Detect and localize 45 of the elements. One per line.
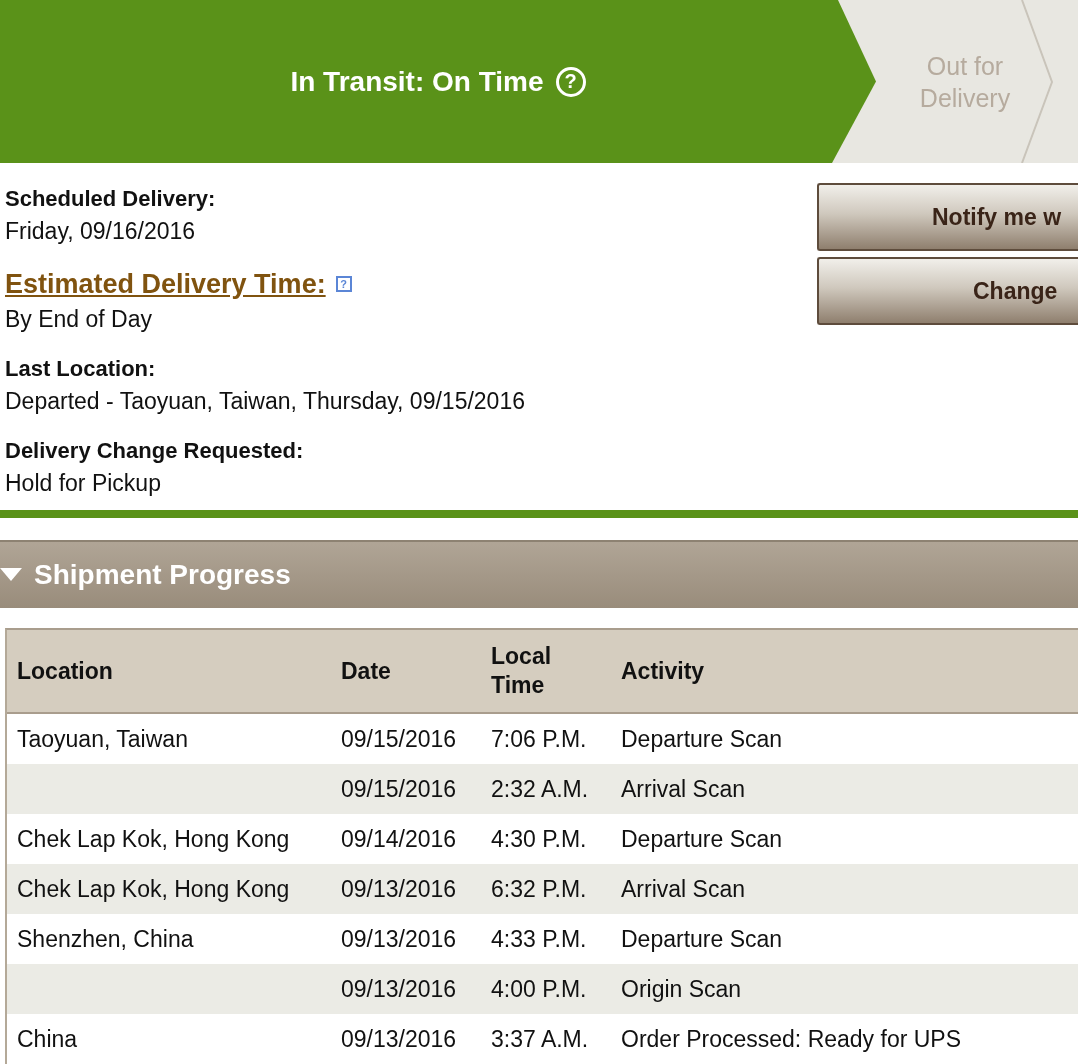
table-cell-text: Arrival Scan bbox=[621, 875, 746, 903]
table-cell-text: 09/13/2016 bbox=[341, 1025, 458, 1053]
table-cell-text: 09/14/2016 bbox=[341, 825, 458, 853]
table-cell-text: 09/13/2016 bbox=[341, 925, 458, 953]
table-cell-text: 2:32 A.M. bbox=[491, 775, 590, 803]
column-header: Location bbox=[17, 656, 113, 686]
column-header: Activity bbox=[621, 656, 705, 686]
table-cell-text: 09/13/2016 bbox=[341, 975, 458, 1003]
table-cell-text: Departure Scan bbox=[621, 825, 784, 853]
table-cell-text: 6:32 P.M. bbox=[491, 875, 588, 903]
table-cell-text: Taoyuan, Taiwan bbox=[17, 725, 189, 753]
table-cell-text: 09/13/2016 bbox=[341, 875, 458, 903]
table-cell-text: 09/15/2016 bbox=[341, 775, 458, 803]
table-cell-text: 3:37 A.M. bbox=[491, 1025, 590, 1053]
detail-value: By End of Day bbox=[5, 305, 154, 334]
detail-value: Departed - Taoyuan, Taiwan, Thursday, 09/15/2016 bbox=[5, 387, 525, 416]
help-icon[interactable]: ? bbox=[335, 276, 352, 292]
table-cell-text: Departure Scan bbox=[621, 925, 784, 953]
step-label: Out for Delivery bbox=[918, 50, 1012, 114]
table-cell-text: 4:00 P.M. bbox=[491, 975, 588, 1003]
table-cell-text: Departure Scan bbox=[621, 725, 784, 753]
table-cell-text: Shenzhen, China bbox=[17, 925, 195, 953]
estimated-time-link[interactable]: Estimated Delivery Time: bbox=[5, 265, 326, 303]
table-cell-text: China bbox=[17, 1025, 79, 1053]
detail-value: Hold for Pickup bbox=[5, 469, 162, 498]
action-button[interactable]: Change bbox=[817, 257, 1078, 325]
detail-value: Friday, 09/16/2016 bbox=[5, 217, 197, 246]
table-cell-text: Chek Lap Kok, Hong Kong bbox=[17, 825, 291, 853]
detail-label: Scheduled Delivery: bbox=[5, 185, 217, 213]
table-cell-text: Origin Scan bbox=[621, 975, 743, 1003]
table-cell-text: Order Processed: Ready for UPS bbox=[621, 1025, 963, 1053]
table-cell-text: Arrival Scan bbox=[621, 775, 746, 803]
action-button[interactable]: Notify me w bbox=[817, 183, 1078, 251]
table-cell-text: 4:33 P.M. bbox=[491, 925, 588, 953]
section-title: Shipment Progress bbox=[34, 559, 291, 591]
help-icon[interactable]: ? bbox=[555, 66, 586, 97]
detail-label: Delivery Change Requested: bbox=[5, 437, 305, 465]
column-header: Local Time bbox=[491, 642, 552, 700]
table-cell-text: 4:30 P.M. bbox=[491, 825, 588, 853]
step-label: In Transit: On Time bbox=[290, 65, 544, 98]
table-cell-text: 09/15/2016 bbox=[341, 725, 458, 753]
column-header: Date bbox=[341, 656, 391, 686]
detail-label: Last Location: bbox=[5, 355, 157, 383]
table-cell-text: Chek Lap Kok, Hong Kong bbox=[17, 875, 291, 903]
table-cell-text: 7:06 P.M. bbox=[491, 725, 588, 753]
